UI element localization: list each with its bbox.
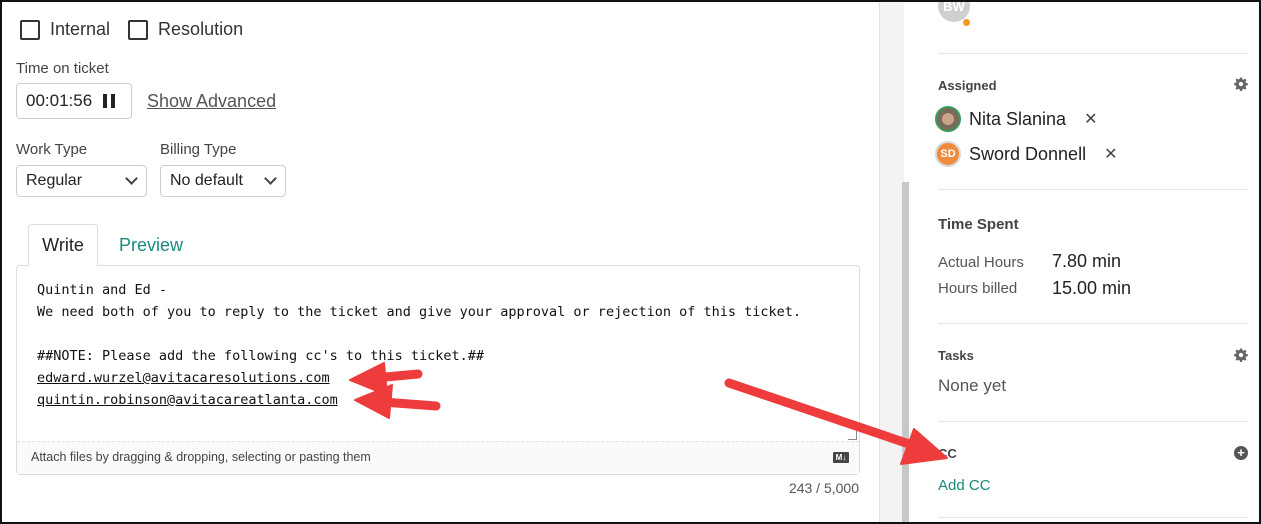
window: Internal Resolution Time on ticket 00:01… <box>0 0 1261 524</box>
annotation-arrows <box>349 362 948 465</box>
tab-write[interactable]: Write <box>28 224 98 267</box>
annotation-arrow <box>724 378 948 465</box>
annotation-arrow <box>354 384 441 419</box>
